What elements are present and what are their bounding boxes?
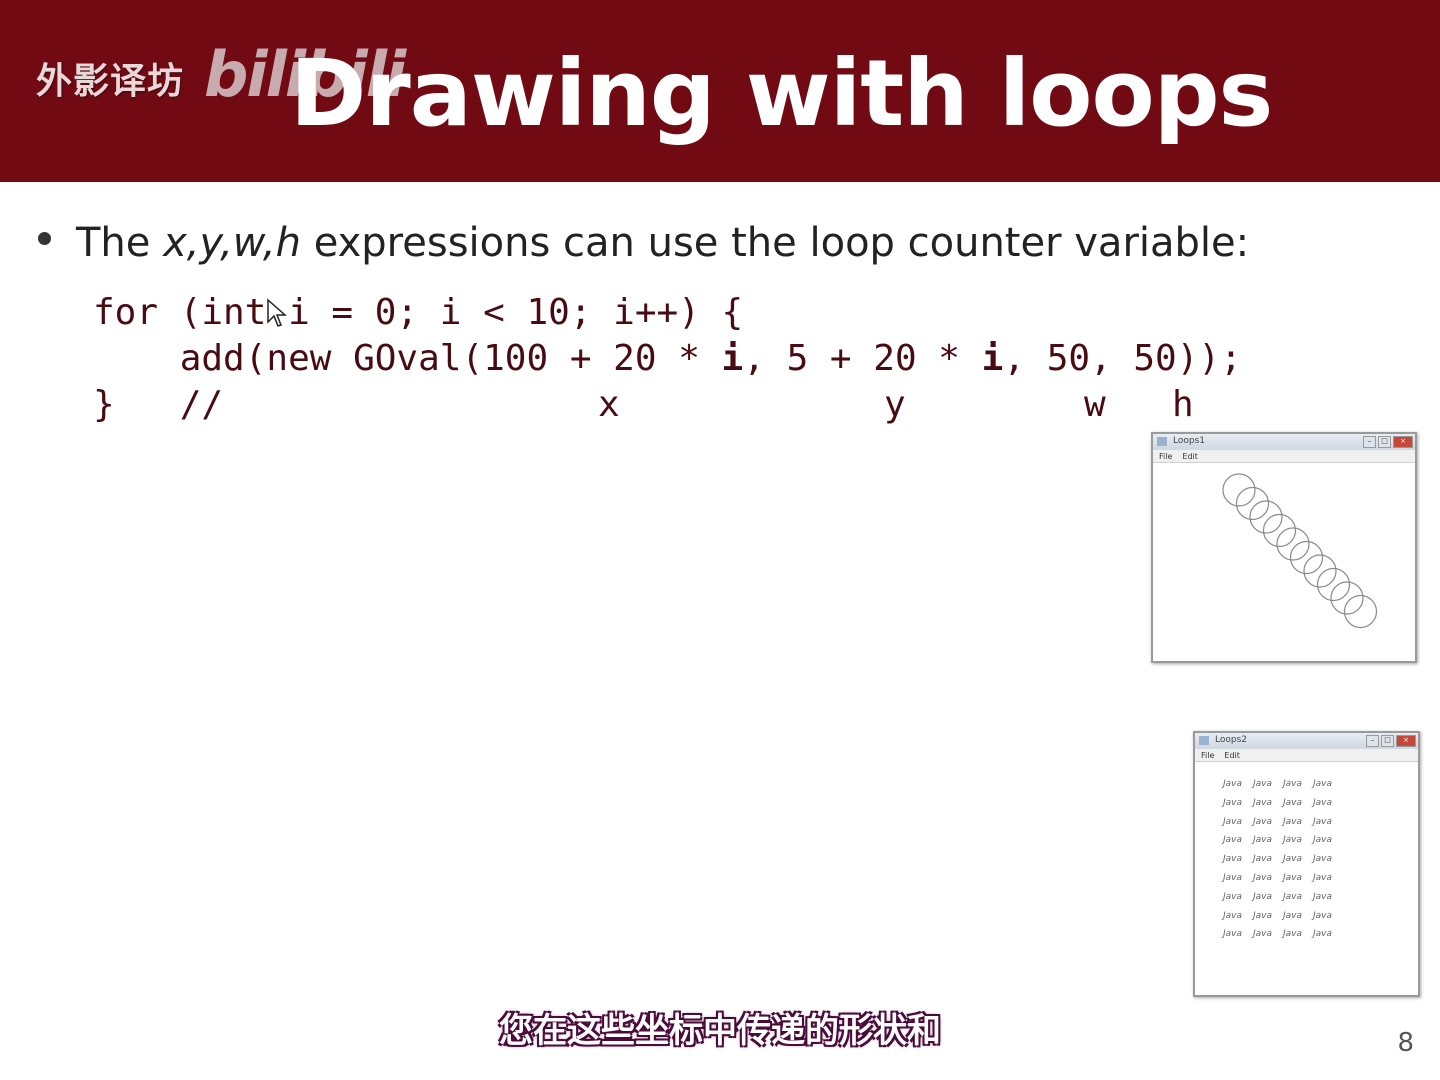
bullet-text-pre: The (76, 220, 164, 266)
goval-circle (1262, 513, 1297, 548)
java-label: Java (1253, 797, 1273, 808)
window-controls: – □ × (1366, 735, 1416, 747)
minimize-icon[interactable]: – (1363, 436, 1376, 448)
goval-circle (1222, 473, 1256, 507)
java-label: Java (1223, 891, 1243, 902)
java-label: Java (1253, 873, 1273, 883)
java-label: Java (1223, 779, 1243, 789)
menu-edit[interactable]: Edit (1182, 452, 1198, 461)
java-label: Java (1313, 835, 1333, 846)
app-icon (1157, 437, 1167, 446)
goval-circle (1276, 527, 1310, 561)
bullet-text-vars: x,y,w,h (163, 220, 301, 266)
java-label: Java (1223, 910, 1243, 921)
comment-x-label: x (598, 384, 620, 425)
slide-title: Drawing with loops (290, 40, 1273, 147)
java-label: Java (1283, 873, 1303, 883)
code-line-1: for (int i = 0; i < 10; i++) { (93, 292, 744, 333)
minimize-icon[interactable]: – (1366, 735, 1379, 747)
window-title: Loops2 (1215, 735, 1247, 745)
java-label: Java (1283, 854, 1303, 865)
app-icon (1199, 736, 1209, 745)
loops1-window: Loops1 – □ × File Edit (1151, 432, 1417, 663)
java-label: Java (1313, 816, 1333, 827)
comment-y-label: y (884, 384, 906, 425)
java-label: Java (1283, 891, 1303, 902)
java-label: Java (1223, 929, 1243, 940)
goval-circle (1249, 500, 1283, 534)
java-label: Java (1253, 835, 1273, 846)
goval-circle (1289, 540, 1324, 575)
java-label: Java (1313, 797, 1333, 808)
goval-circle (1235, 486, 1270, 521)
java-label: Java (1223, 797, 1243, 808)
java-label: Java (1283, 835, 1303, 846)
menu-file[interactable]: File (1201, 751, 1214, 760)
java-label: Java (1283, 797, 1303, 808)
java-label: Java (1313, 854, 1333, 865)
comment-w-label: w (1084, 384, 1106, 425)
code-loop-var: i (721, 338, 744, 379)
java-label: Java (1223, 816, 1243, 827)
menu-file[interactable]: File (1159, 452, 1172, 461)
code-loop-var: i (981, 338, 1004, 379)
maximize-icon[interactable]: □ (1378, 436, 1391, 448)
goval-circle (1343, 594, 1378, 629)
code-line-2-part-b: , 5 + 20 * (743, 338, 982, 379)
code-line-2-part-c: , 50, 50)); (1003, 338, 1242, 379)
mouse-pointer-icon (267, 298, 287, 327)
java-label: Java (1253, 910, 1273, 921)
window-menubar: File Edit (1153, 450, 1415, 463)
comment-h-label: h (1172, 384, 1194, 425)
slide: 外影译坊 bilibili Drawing with loops The x,y… (0, 0, 1440, 1080)
java-label: Java (1283, 816, 1303, 827)
java-label: Java (1283, 779, 1303, 789)
goval-circle (1316, 567, 1351, 602)
java-label: Java (1223, 873, 1243, 883)
java-label: Java (1283, 910, 1303, 921)
window-titlebar: Loops1 – □ × (1153, 434, 1415, 450)
java-label: Java (1283, 929, 1303, 940)
java-label: Java (1253, 816, 1273, 827)
close-icon[interactable]: × (1393, 436, 1413, 448)
java-label: Java (1313, 929, 1333, 940)
window-menubar: File Edit (1195, 749, 1418, 762)
goval-circle (1330, 581, 1364, 615)
video-subtitle: 您在这些坐标中传递的形状和 (499, 1011, 941, 1051)
bullet-text-post: expressions can use the loop counter var… (301, 220, 1250, 266)
java-label: Java (1313, 779, 1333, 789)
java-label: Java (1313, 891, 1333, 902)
window-title: Loops1 (1173, 436, 1205, 446)
java-label: Java (1313, 910, 1333, 921)
window-titlebar: Loops2 – □ × (1195, 733, 1418, 749)
code-line-2-part-a: add(new GOval(100 + 20 * (93, 338, 722, 379)
bullet-text: The x,y,w,h expressions can use the loop… (76, 220, 1249, 266)
java-label: Java (1253, 779, 1273, 789)
circles-canvas (1222, 473, 1378, 629)
java-label: Java (1253, 891, 1273, 902)
code-line-2: add(new GOval(100 + 20 * i, 5 + 20 * i, … (93, 338, 1242, 379)
maximize-icon[interactable]: □ (1381, 735, 1394, 747)
menu-edit[interactable]: Edit (1224, 751, 1240, 760)
java-label: Java (1253, 929, 1273, 940)
bullet-icon (38, 232, 51, 245)
page-number: 8 (1397, 1028, 1414, 1058)
java-label: Java (1223, 854, 1243, 865)
goval-circle (1303, 554, 1337, 588)
java-label: Java (1313, 873, 1333, 883)
close-icon[interactable]: × (1396, 735, 1416, 747)
java-label: Java (1223, 835, 1243, 846)
loops2-window: Loops2 – □ × File Edit Java Java Java Java J… (1193, 731, 1420, 997)
watermark-text: 外影译坊 (36, 61, 185, 102)
title-bar: 外影译坊 bilibili Drawing with loops (0, 0, 1440, 182)
window-controls: – □ × (1363, 436, 1413, 448)
code-line-3: } // (93, 384, 224, 425)
java-label: Java (1253, 854, 1273, 865)
